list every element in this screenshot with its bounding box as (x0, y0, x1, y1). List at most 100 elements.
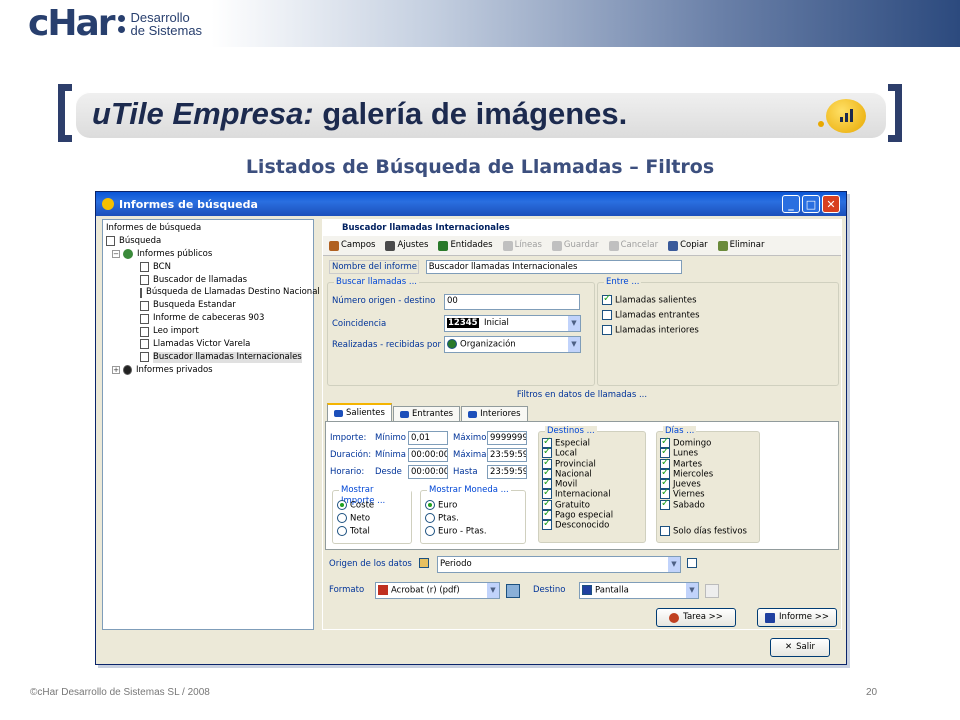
destino-label: Destino (533, 585, 566, 595)
filter-tabs: Salientes Entrantes Interiores (327, 403, 528, 422)
formato-select[interactable]: Acrobat (r) (pdf) ▼ (375, 582, 500, 599)
tree-item[interactable]: BCN (106, 261, 310, 274)
maximo-label: Máximo (453, 433, 487, 443)
destino-select[interactable]: Pantalla ▼ (579, 582, 699, 599)
document-icon (140, 300, 149, 311)
ptas-radio[interactable]: Ptas. (425, 513, 459, 525)
destinos-checkbox[interactable]: Movil (542, 477, 613, 490)
app-icon (102, 198, 114, 210)
cancelar-button[interactable]: Cancelar (608, 240, 658, 251)
destination-settings-icon[interactable] (705, 584, 719, 598)
report-icon (765, 612, 776, 623)
destinos-checkbox[interactable]: Pago especial (542, 508, 613, 521)
copy-icon (668, 240, 679, 251)
tarea-button[interactable]: Tarea >> (656, 608, 736, 627)
filtros-title: Filtros en datos de llamadas ... (516, 390, 648, 400)
destinos-checkbox[interactable]: Desconocido (542, 518, 613, 531)
document-icon (140, 326, 149, 337)
numero-input[interactable]: 00 (444, 294, 580, 310)
entities-icon (438, 240, 449, 251)
horario-hasta-input[interactable]: 23:59:59 (487, 465, 527, 479)
report-name-row: Nombre del informe Buscador llamadas Int… (329, 260, 682, 278)
ajustes-button[interactable]: Ajustes (385, 240, 428, 251)
destinos-checkbox[interactable]: Local (542, 446, 613, 459)
search-folder-icon[interactable] (419, 558, 429, 568)
toolbar: Campos Ajustes Entidades Líneas Guardar … (323, 236, 841, 256)
tree-item[interactable]: Búsqueda (106, 235, 310, 248)
importe-min-input[interactable]: 0,01 (408, 431, 448, 445)
duracion-max-input[interactable]: 23:59:59 (487, 448, 527, 462)
tree-item[interactable]: + Informes privados (106, 364, 310, 377)
llamadas-interiores-checkbox[interactable]: Llamadas interiores (602, 325, 699, 337)
euro-radio[interactable]: Euro (425, 500, 457, 512)
coste-radio[interactable]: Coste (337, 500, 374, 512)
minimize-button[interactable]: _ (782, 195, 800, 213)
expand-icon[interactable]: + (112, 366, 120, 375)
lineas-button[interactable]: Líneas (502, 240, 542, 251)
tree-item-selected[interactable]: Buscador llamadas Internacionales (106, 351, 310, 364)
eliminar-button[interactable]: Eliminar (717, 240, 765, 251)
neto-radio[interactable]: Neto (337, 513, 370, 525)
copiar-button[interactable]: Copiar (668, 240, 708, 251)
llamadas-entrantes-checkbox[interactable]: Llamadas entrantes (602, 310, 700, 322)
close-button[interactable]: ✕ (822, 195, 840, 213)
tree-item[interactable]: Informe de cabeceras 903 (106, 312, 310, 325)
solo-festivos-checkbox[interactable]: Solo días festivos (660, 526, 747, 538)
window-title: Informes de búsqueda (119, 197, 258, 211)
document-icon (140, 262, 149, 273)
realizadas-select[interactable]: Organización ▼ (444, 336, 581, 353)
tree-item[interactable]: Buscador de llamadas (106, 274, 310, 287)
tree-item[interactable]: Informes de búsqueda (106, 222, 310, 235)
duracion-min-input[interactable]: 00:00:00 (408, 448, 448, 462)
document-icon (140, 275, 149, 285)
tree-item[interactable]: Leo import (106, 325, 310, 338)
origen-label: Origen de los datos (329, 559, 412, 569)
destinos-checkbox[interactable]: Provincial (542, 457, 613, 469)
title-italic: uTile Empresa: (92, 96, 314, 131)
right-bracket (888, 84, 902, 142)
globe-icon (123, 249, 133, 260)
format-settings-icon[interactable] (506, 584, 520, 598)
phone-icon (334, 410, 343, 417)
user-icon (123, 365, 132, 376)
importe-max-input[interactable]: 9999999, (487, 431, 527, 445)
tab-entrantes[interactable]: Entrantes (392, 406, 461, 422)
informe-button[interactable]: Informe >> (757, 608, 837, 627)
collapse-icon[interactable]: − (112, 250, 120, 259)
tab-interiores[interactable]: Interiores (461, 406, 528, 422)
destinos-checkbox[interactable]: Internacional (542, 487, 613, 500)
salientes-panel: Importe: Mínimo 0,01 Máximo 9999999, Dur… (325, 421, 839, 550)
dias-checkbox[interactable]: Sabado (660, 498, 713, 510)
phone-icon (468, 411, 478, 418)
campos-button[interactable]: Campos (329, 240, 375, 251)
destinos-checkbox[interactable]: Nacional (542, 467, 613, 479)
tree-item[interactable]: Busqueda Estandar (106, 299, 310, 312)
tree-item[interactable]: Llamadas Victor Varela (106, 338, 310, 351)
hasta-label: Hasta (453, 467, 478, 477)
euro-ptas-radio[interactable]: Euro - Ptas. (425, 526, 487, 538)
document-icon (140, 339, 149, 350)
tree-item[interactable]: − Informes públicos (106, 248, 310, 261)
coincidencia-select[interactable]: 12345 Inicial ▼ (444, 315, 581, 332)
tab-salientes[interactable]: Salientes (327, 403, 392, 422)
guardar-button[interactable]: Guardar (551, 240, 599, 251)
report-name-label: Nombre del informe (329, 260, 419, 274)
document-icon (140, 352, 149, 363)
maximize-button[interactable]: □ (802, 195, 820, 213)
close-icon: ✕ (785, 642, 793, 652)
horario-desde-input[interactable]: 00:00:00 (408, 465, 448, 479)
salir-button[interactable]: ✕ Salir (770, 638, 830, 657)
tree-item[interactable]: Búsqueda de Llamadas Destino Nacional (106, 286, 320, 299)
reports-tree[interactable]: Informes de búsqueda Búsqueda − Informes … (102, 219, 320, 630)
numero-label: Número origen - destino (332, 296, 436, 306)
llamadas-salientes-checkbox[interactable]: Llamadas salientes (602, 293, 697, 307)
window-titlebar[interactable]: Informes de búsqueda (96, 192, 846, 216)
destinos-checkbox[interactable]: Gratuito (542, 498, 613, 510)
destinos-checkbox[interactable]: Especial (542, 436, 613, 449)
calendar-icon[interactable] (687, 558, 697, 568)
entidades-button[interactable]: Entidades (438, 240, 493, 251)
minimo-label: Mínimo (375, 433, 406, 443)
total-radio[interactable]: Total (337, 526, 370, 538)
report-name-input[interactable]: Buscador llamadas Internacionales (425, 260, 682, 274)
origen-select[interactable]: Periodo ▼ (437, 556, 681, 573)
